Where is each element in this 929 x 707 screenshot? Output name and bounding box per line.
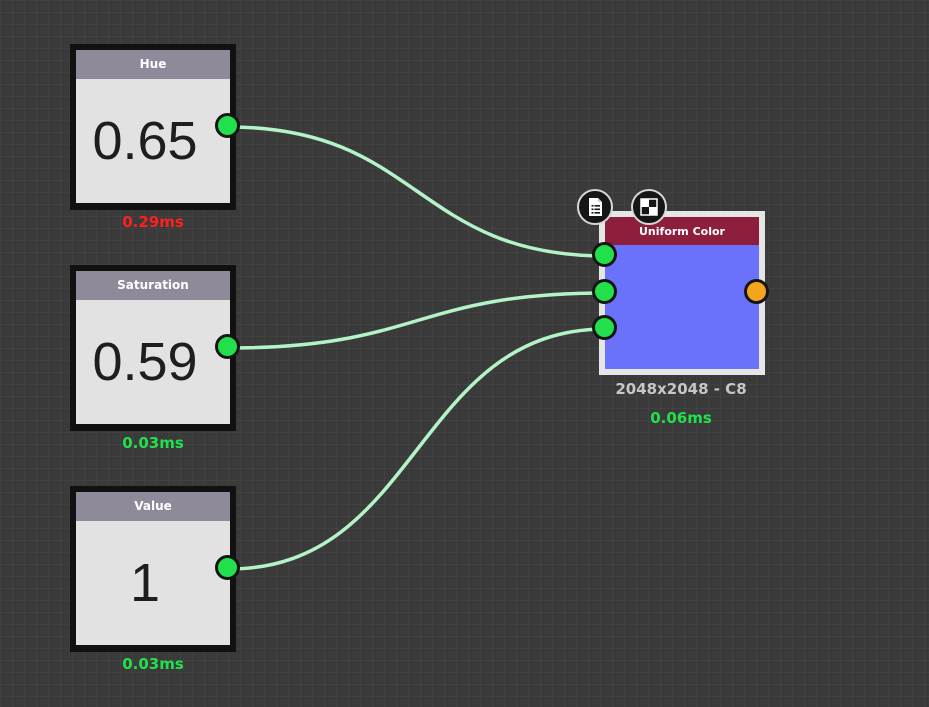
checker-pattern-icon[interactable] (631, 189, 667, 225)
wire-hue-to-uniform-color[interactable] (228, 125, 607, 258)
hue-node-body: 0.65 (76, 79, 230, 203)
hue-node[interactable]: Hue 0.65 (70, 44, 236, 210)
hue-node-value: 0.65 (92, 111, 198, 171)
value-node-value: 1 (129, 553, 161, 613)
hue-timing: 0.29ms (122, 213, 184, 231)
hue-output-port[interactable] (215, 113, 240, 138)
uniform-color-resolution: 2048x2048 - C8 (615, 380, 747, 398)
saturation-node[interactable]: Saturation 0.59 (70, 265, 236, 431)
document-list-icon[interactable] (577, 189, 613, 225)
hue-node-title: Hue (76, 50, 230, 79)
uniform-color-input-port-3[interactable] (592, 315, 617, 340)
value-timing: 0.03ms (122, 655, 184, 673)
uniform-color-input-port-2[interactable] (592, 279, 617, 304)
uniform-color-input-port-1[interactable] (592, 242, 617, 267)
saturation-node-body: 0.59 (76, 300, 230, 424)
wire-saturation-to-uniform-color[interactable] (228, 291, 607, 350)
saturation-output-port[interactable] (215, 334, 240, 359)
value-node-body: 1 (76, 521, 230, 645)
saturation-timing: 0.03ms (122, 434, 184, 452)
uniform-color-output-port[interactable] (744, 279, 769, 304)
value-node-title: Value (76, 492, 230, 521)
saturation-node-title: Saturation (76, 271, 230, 300)
uniform-color-node[interactable]: Uniform Color (599, 211, 765, 375)
uniform-color-preview (605, 245, 759, 369)
value-node[interactable]: Value 1 (70, 486, 236, 652)
uniform-color-timing: 0.06ms (650, 409, 712, 427)
uniform-color-node-title: Uniform Color (605, 217, 759, 245)
value-output-port[interactable] (215, 555, 240, 580)
saturation-node-value: 0.59 (92, 332, 198, 392)
wire-value-to-uniform-color[interactable] (228, 327, 607, 571)
